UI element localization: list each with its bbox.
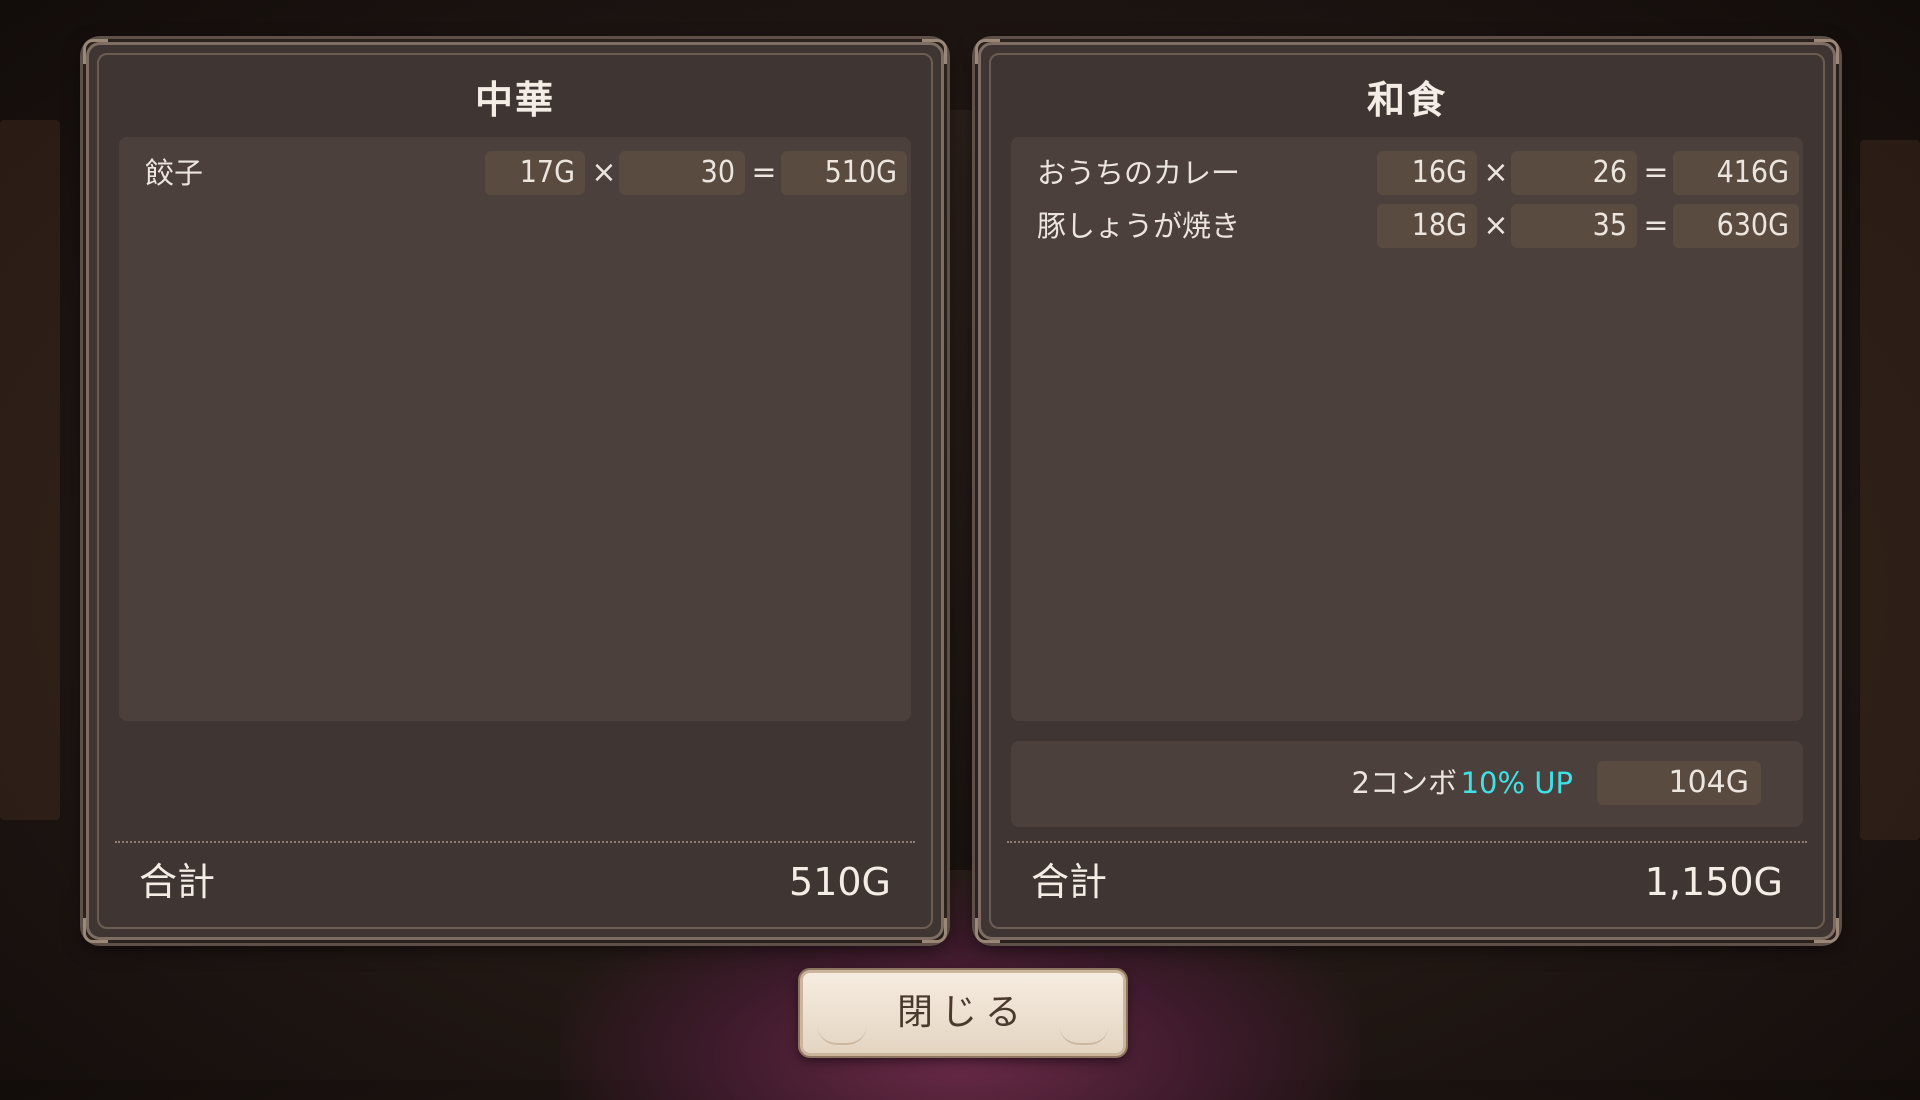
background-shelf-left [0,120,60,820]
panel-japanese: 和食 おうちのカレー 16G × 26 = 416G 豚しょうが焼き 18G ×… [975,39,1839,943]
combo-bonus-value: 104G [1597,761,1761,805]
combo-bonus-row: 2コンボ 10% UP 104G [1011,741,1803,827]
total-label: 合計 [139,860,216,904]
item-quantity: 26 [1511,151,1637,195]
total-value: 1,150G [1644,860,1783,904]
panel-corner [83,918,108,943]
panel-title: 和食 [1366,78,1447,122]
equals-sign: = [1643,155,1669,190]
item-row: おうちのカレー 16G × 26 = 416G [1011,151,1803,195]
total-value: 510G [789,860,891,904]
panel-corner [1814,39,1839,64]
ornament-icon [1059,1025,1109,1045]
item-price: 16G [1377,151,1477,195]
background-shelf-right [1860,140,1920,840]
ornament-icon [817,1025,867,1045]
multiply-sign: × [1483,155,1509,190]
panel-corner [1814,918,1839,943]
panel-chinese: 中華 餃子 17G × 30 = 510G 合計 510G [83,39,947,943]
close-button-label: 閉じる [896,992,1029,1033]
equals-sign: = [751,155,777,190]
dotted-divider [115,841,915,843]
item-name: 豚しょうが焼き [1037,209,1241,243]
item-quantity: 35 [1511,204,1637,248]
combo-label: 2コンボ [1351,766,1457,800]
item-price: 17G [485,151,585,195]
item-subtotal: 630G [1673,204,1799,248]
item-price: 18G [1377,204,1477,248]
panel-corner [975,39,1000,64]
item-list: 餃子 17G × 30 = 510G [119,137,911,721]
total-label: 合計 [1031,860,1108,904]
item-subtotal: 416G [1673,151,1799,195]
item-name: おうちのカレー [1037,156,1241,190]
dotted-divider [1007,841,1807,843]
panel-corner [975,918,1000,943]
panel-corner [922,39,947,64]
panel-title: 中華 [474,78,555,122]
equals-sign: = [1643,208,1669,243]
panel-corner [922,918,947,943]
multiply-sign: × [1483,208,1509,243]
item-name: 餃子 [145,156,204,190]
close-button[interactable]: 閉じる [800,970,1126,1056]
item-row: 豚しょうが焼き 18G × 35 = 630G [1011,204,1803,248]
item-list: おうちのカレー 16G × 26 = 416G 豚しょうが焼き 18G × 35… [1011,137,1803,721]
multiply-sign: × [591,155,617,190]
panel-corner [83,39,108,64]
item-quantity: 30 [619,151,745,195]
combo-bonus-percent: 10% UP [1460,766,1573,800]
item-row: 餃子 17G × 30 = 510G [119,151,911,195]
item-subtotal: 510G [781,151,907,195]
